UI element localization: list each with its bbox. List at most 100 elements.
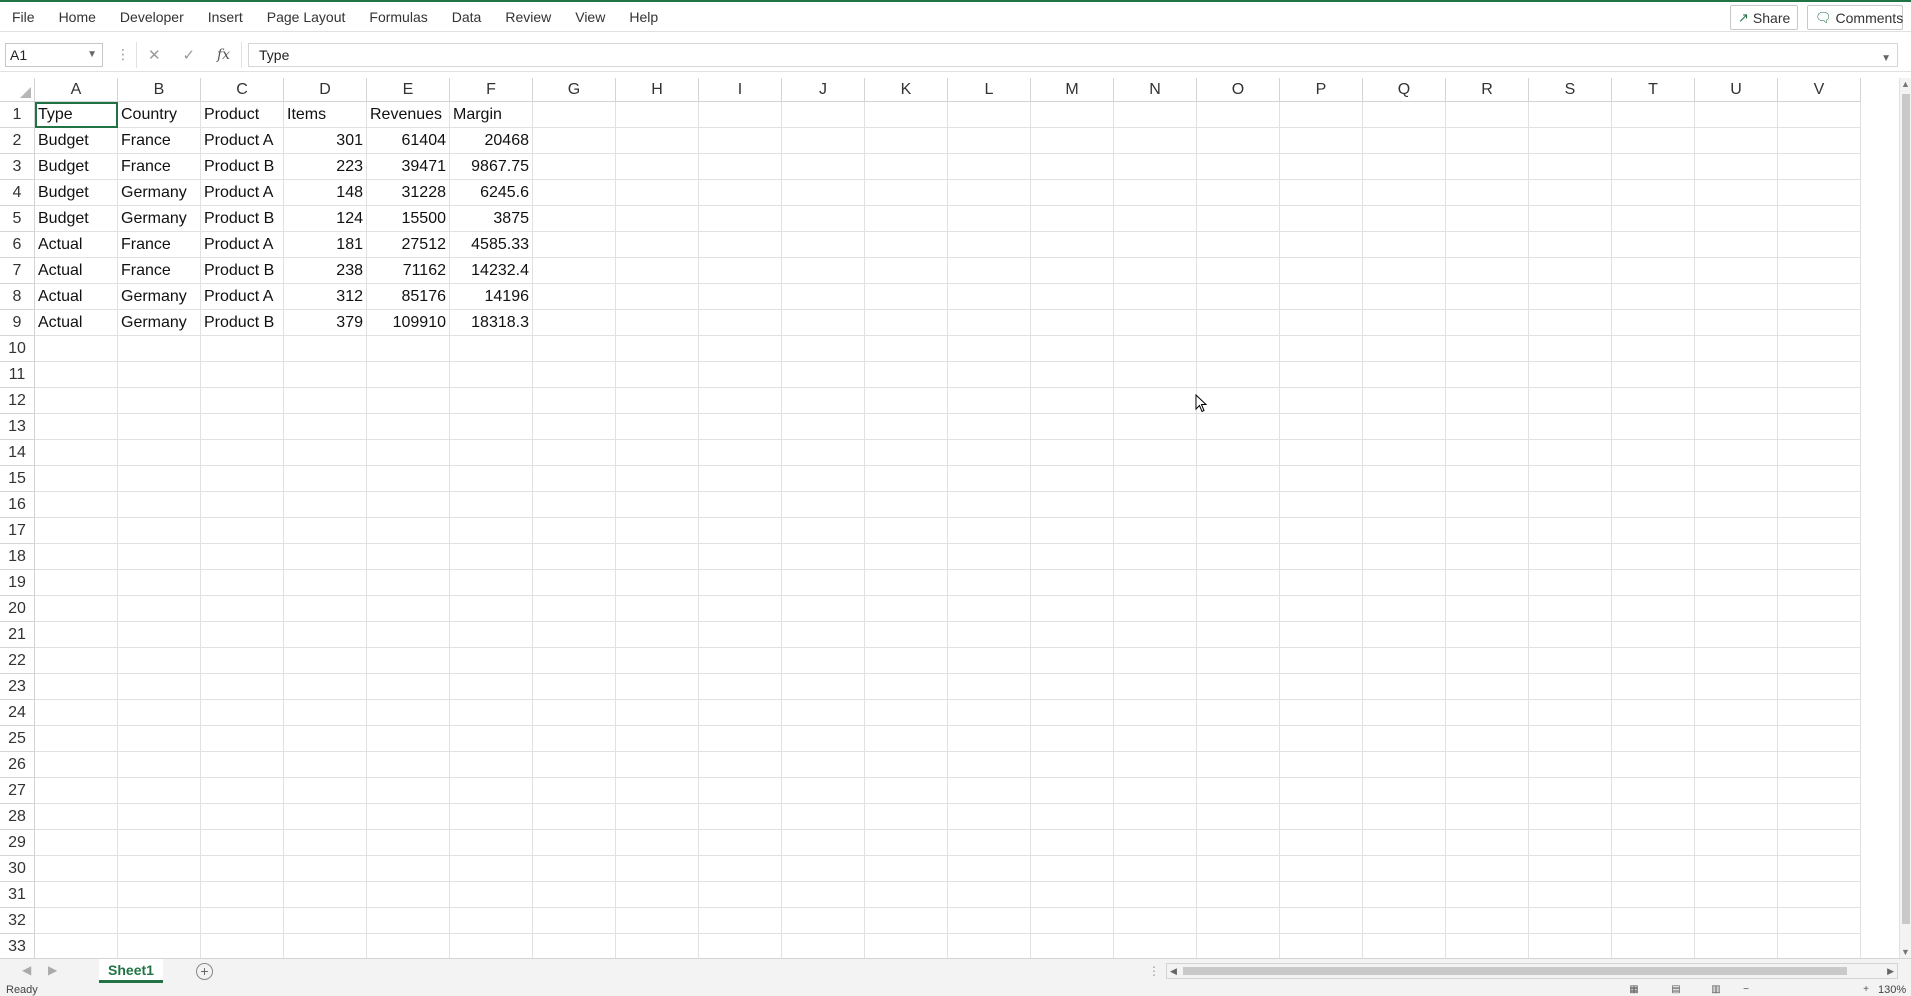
table-cell[interactable] — [1031, 778, 1114, 804]
table-cell[interactable] — [782, 232, 865, 258]
table-cell[interactable] — [284, 934, 367, 958]
table-cell[interactable] — [782, 752, 865, 778]
table-cell[interactable] — [699, 154, 782, 180]
table-cell[interactable] — [1778, 648, 1861, 674]
row-header[interactable]: 11 — [0, 362, 35, 388]
table-cell[interactable] — [699, 674, 782, 700]
row-header[interactable]: 25 — [0, 726, 35, 752]
table-cell[interactable] — [1031, 128, 1114, 154]
table-cell[interactable] — [1363, 388, 1446, 414]
table-cell[interactable] — [1197, 726, 1280, 752]
table-cell[interactable] — [1031, 726, 1114, 752]
table-cell[interactable] — [948, 310, 1031, 336]
page-layout-view-icon[interactable]: ▤ — [1664, 984, 1688, 996]
table-cell[interactable] — [1197, 492, 1280, 518]
table-cell[interactable] — [367, 544, 450, 570]
table-cell[interactable] — [118, 596, 201, 622]
table-cell[interactable] — [284, 830, 367, 856]
table-cell[interactable] — [1280, 674, 1363, 700]
table-cell[interactable] — [1197, 622, 1280, 648]
table-cell[interactable] — [1114, 128, 1197, 154]
table-cell[interactable] — [865, 336, 948, 362]
table-cell[interactable] — [201, 648, 284, 674]
table-cell[interactable] — [1695, 310, 1778, 336]
table-cell[interactable] — [533, 856, 616, 882]
tab-insert[interactable]: Insert — [196, 2, 255, 32]
table-cell[interactable] — [1695, 466, 1778, 492]
table-cell[interactable] — [284, 908, 367, 934]
table-cell[interactable]: Product B — [201, 310, 284, 336]
table-cell[interactable] — [948, 518, 1031, 544]
table-cell[interactable] — [616, 804, 699, 830]
table-cell[interactable] — [1280, 700, 1363, 726]
tab-home[interactable]: Home — [47, 2, 108, 32]
table-cell[interactable]: 14232.4 — [450, 258, 533, 284]
table-cell[interactable] — [1446, 804, 1529, 830]
table-cell[interactable] — [450, 804, 533, 830]
table-cell[interactable] — [865, 882, 948, 908]
table-cell[interactable] — [1363, 726, 1446, 752]
table-cell[interactable] — [1031, 908, 1114, 934]
table-cell[interactable] — [533, 362, 616, 388]
table-cell[interactable] — [35, 440, 118, 466]
table-cell[interactable] — [201, 544, 284, 570]
table-cell[interactable] — [1197, 648, 1280, 674]
table-cell[interactable] — [699, 518, 782, 544]
table-cell[interactable] — [1446, 258, 1529, 284]
row-header[interactable]: 33 — [0, 934, 35, 958]
table-cell[interactable]: Actual — [35, 232, 118, 258]
table-cell[interactable] — [616, 128, 699, 154]
table-cell[interactable] — [1363, 648, 1446, 674]
table-cell[interactable] — [1114, 180, 1197, 206]
table-cell[interactable] — [118, 362, 201, 388]
table-cell[interactable] — [1280, 466, 1363, 492]
table-cell[interactable] — [1031, 336, 1114, 362]
table-cell[interactable] — [1197, 700, 1280, 726]
table-cell[interactable] — [1031, 752, 1114, 778]
tab-data[interactable]: Data — [440, 2, 494, 32]
table-cell[interactable] — [1197, 856, 1280, 882]
table-cell[interactable] — [1197, 674, 1280, 700]
table-cell[interactable] — [367, 804, 450, 830]
table-cell[interactable] — [533, 440, 616, 466]
table-cell[interactable] — [948, 752, 1031, 778]
table-cell[interactable] — [533, 154, 616, 180]
column-header[interactable]: P — [1280, 78, 1363, 102]
table-cell[interactable] — [1197, 414, 1280, 440]
table-cell[interactable] — [1778, 830, 1861, 856]
table-cell[interactable] — [1031, 648, 1114, 674]
table-cell[interactable] — [1529, 492, 1612, 518]
table-cell[interactable] — [616, 778, 699, 804]
table-cell[interactable] — [284, 700, 367, 726]
table-cell[interactable] — [118, 466, 201, 492]
table-cell[interactable] — [35, 388, 118, 414]
table-cell[interactable] — [118, 648, 201, 674]
column-header[interactable]: I — [699, 78, 782, 102]
table-cell[interactable] — [201, 336, 284, 362]
zoom-in-icon[interactable]: + — [1854, 984, 1878, 996]
table-cell[interactable] — [118, 752, 201, 778]
table-cell[interactable]: 9867.75 — [450, 154, 533, 180]
row-header[interactable]: 17 — [0, 518, 35, 544]
table-cell[interactable] — [1778, 232, 1861, 258]
table-cell[interactable] — [616, 518, 699, 544]
table-cell[interactable] — [616, 414, 699, 440]
table-cell[interactable] — [948, 596, 1031, 622]
table-cell[interactable] — [450, 726, 533, 752]
table-cell[interactable] — [1197, 154, 1280, 180]
row-header[interactable]: 26 — [0, 752, 35, 778]
table-cell[interactable] — [1280, 778, 1363, 804]
table-cell[interactable] — [1695, 206, 1778, 232]
table-cell[interactable] — [284, 362, 367, 388]
table-cell[interactable] — [1529, 648, 1612, 674]
table-cell[interactable] — [1114, 570, 1197, 596]
table-cell[interactable]: 238 — [284, 258, 367, 284]
table-cell[interactable] — [1197, 180, 1280, 206]
table-cell[interactable]: 14196 — [450, 284, 533, 310]
header-cell[interactable] — [1031, 102, 1114, 128]
table-cell[interactable] — [865, 778, 948, 804]
table-cell[interactable] — [1446, 674, 1529, 700]
table-cell[interactable] — [1612, 908, 1695, 934]
table-cell[interactable] — [616, 362, 699, 388]
table-cell[interactable] — [699, 206, 782, 232]
